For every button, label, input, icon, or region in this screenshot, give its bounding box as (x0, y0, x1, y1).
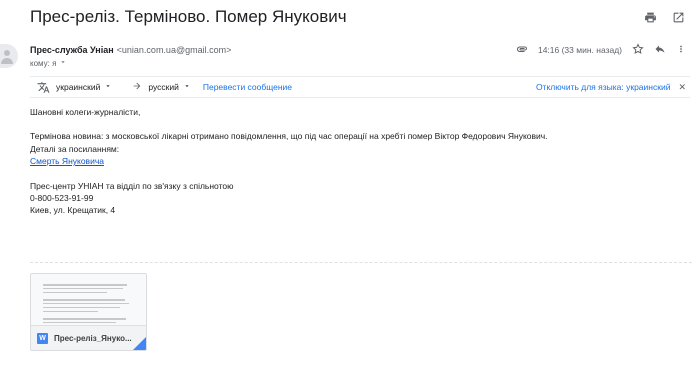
arrow-right-icon (132, 81, 142, 93)
sender-name[interactable]: Прес-служба Уніан (30, 45, 114, 55)
attachment-card[interactable]: W Прес-реліз_Януко... (30, 273, 147, 351)
close-icon[interactable]: ✕ (678, 82, 686, 93)
chevron-down-icon (183, 82, 191, 92)
email-subject: Прес-реліз. Терміново. Помер Янукович (30, 7, 347, 26)
more-vert-icon[interactable] (676, 43, 686, 57)
attachments-divider (30, 262, 692, 263)
attachment-name: Прес-реліз_Януко... (54, 333, 132, 343)
chevron-down-icon[interactable] (59, 58, 67, 68)
greeting: Шановні колеги-журналісти, (30, 107, 141, 117)
details-label: Деталі за посиланням: (30, 143, 120, 154)
translate-icon (36, 81, 50, 94)
subject-toolbar (642, 9, 686, 25)
avatar (0, 44, 18, 68)
recipient-details[interactable]: кому: я (30, 58, 67, 68)
sender-line: Прес-служба Уніан <unian.com.ua@gmail.com… (30, 45, 231, 55)
translate-message-link[interactable]: Перевести сообщение (203, 82, 292, 92)
translate-bar-right: Отключить для языка: украинский ✕ (536, 82, 686, 93)
signature-org: Прес-центр УНІАН та відділ по зв'язку з … (30, 180, 234, 191)
signature-address: Киев, ул. Крещатик, 4 (30, 205, 116, 216)
source-language-label: украинский (56, 82, 101, 92)
star-icon[interactable] (632, 43, 644, 57)
paperclip-icon (516, 43, 528, 57)
chevron-down-icon (104, 82, 112, 92)
attachment-preview (31, 274, 146, 327)
source-language-select[interactable]: украинский (56, 82, 112, 92)
signature-phone: 0-800-523-91-99 (30, 193, 94, 204)
print-icon[interactable] (642, 9, 658, 25)
word-doc-icon: W (37, 332, 48, 344)
news-text: Термінова новина: з московської лікарні … (30, 131, 548, 142)
translate-bar: украинский русский Перевести сообщение О… (30, 76, 690, 98)
message-time: 14:16 (33 мин. назад) (537, 45, 622, 55)
attachment-corner (133, 337, 146, 350)
details-link[interactable]: Смерть Януковича (30, 156, 104, 166)
message-meta: 14:16 (33 мин. назад) (516, 43, 686, 57)
disable-translation-link[interactable]: Отключить для языка: украинский (536, 82, 671, 92)
reply-icon[interactable] (654, 43, 666, 57)
attachment-footer: W Прес-реліз_Януко... (31, 325, 146, 350)
sender-email: <unian.com.ua@gmail.com> (116, 45, 232, 55)
to-label: кому: я (30, 58, 57, 68)
target-language-select[interactable]: русский (148, 82, 191, 92)
message-body: Шановні колеги-журналісти, Термінова нов… (30, 106, 548, 217)
target-language-label: русский (148, 82, 179, 92)
open-in-new-icon[interactable] (670, 9, 686, 25)
